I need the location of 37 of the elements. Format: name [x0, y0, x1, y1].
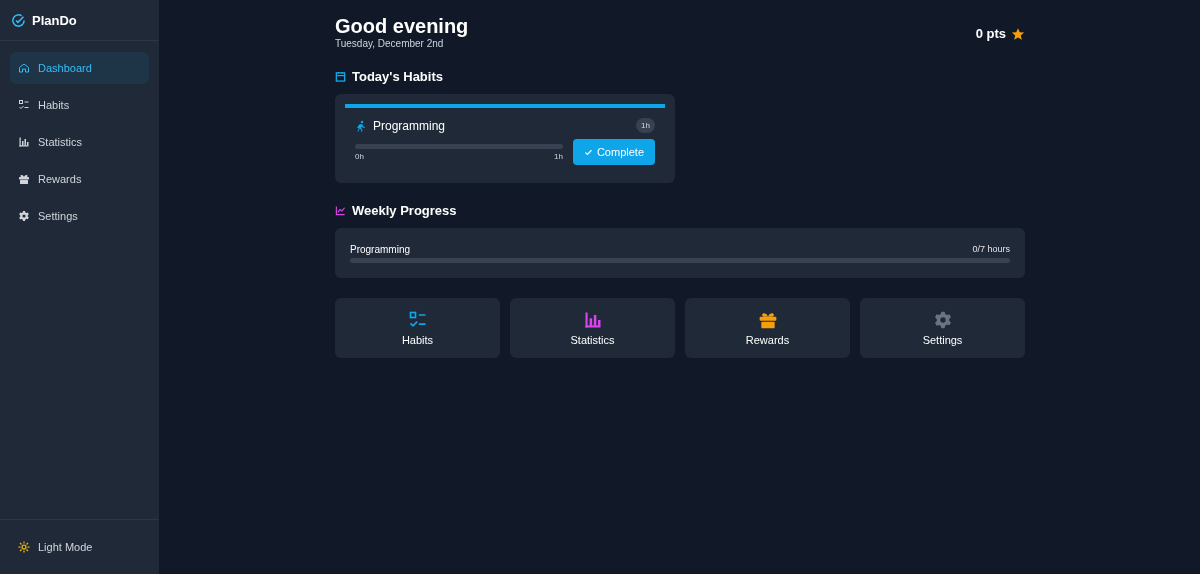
app-name: PlanDo	[32, 12, 77, 28]
sidebar-item[interactable]: Statistics	[10, 126, 149, 158]
settings-icon	[932, 310, 953, 330]
checklist-icon	[407, 310, 428, 330]
gift-icon	[18, 173, 30, 185]
habit-name: Programming	[350, 244, 411, 255]
line-chart-icon	[335, 205, 346, 216]
date-text: Tuesday, December 2nd	[335, 38, 445, 49]
gift-icon	[757, 310, 778, 330]
check-circle-icon	[11, 12, 26, 28]
quick-link-card[interactable]: Settings	[860, 298, 1025, 358]
theme-toggle[interactable]: Light Mode	[10, 531, 149, 563]
quick-link-card[interactable]: Habits	[335, 298, 500, 358]
duration-badge: 1h	[636, 118, 655, 133]
max-label: 1h	[554, 151, 563, 161]
running-figure-icon	[355, 119, 367, 132]
quick-link-card[interactable]: Rewards	[685, 298, 850, 358]
sidebar-item[interactable]: Settings	[10, 200, 149, 232]
sidebar-item[interactable]: Habits	[10, 89, 149, 121]
min-label: 0h	[355, 151, 364, 161]
check-icon	[583, 147, 593, 157]
section-title: Today's Habits	[352, 69, 443, 84]
hours-reading: 0/7 hours	[972, 244, 1010, 255]
points-text: 0 pts	[975, 26, 1006, 41]
calendar-icon	[335, 71, 346, 82]
home-icon	[18, 62, 30, 74]
sidebar-item[interactable]: Rewards	[10, 163, 149, 195]
section-title: Weekly Progress	[352, 203, 457, 218]
sidebar-item[interactable]: Dashboard	[10, 52, 149, 84]
checklist-icon	[18, 99, 30, 111]
greeting: Good evening	[335, 14, 469, 38]
habit-name: Programming	[373, 118, 447, 133]
sun-icon	[18, 541, 30, 553]
quick-link-card[interactable]: Statistics	[510, 298, 675, 358]
settings-icon	[18, 210, 30, 222]
bar-chart-icon	[18, 136, 30, 148]
star-icon	[1011, 26, 1025, 41]
